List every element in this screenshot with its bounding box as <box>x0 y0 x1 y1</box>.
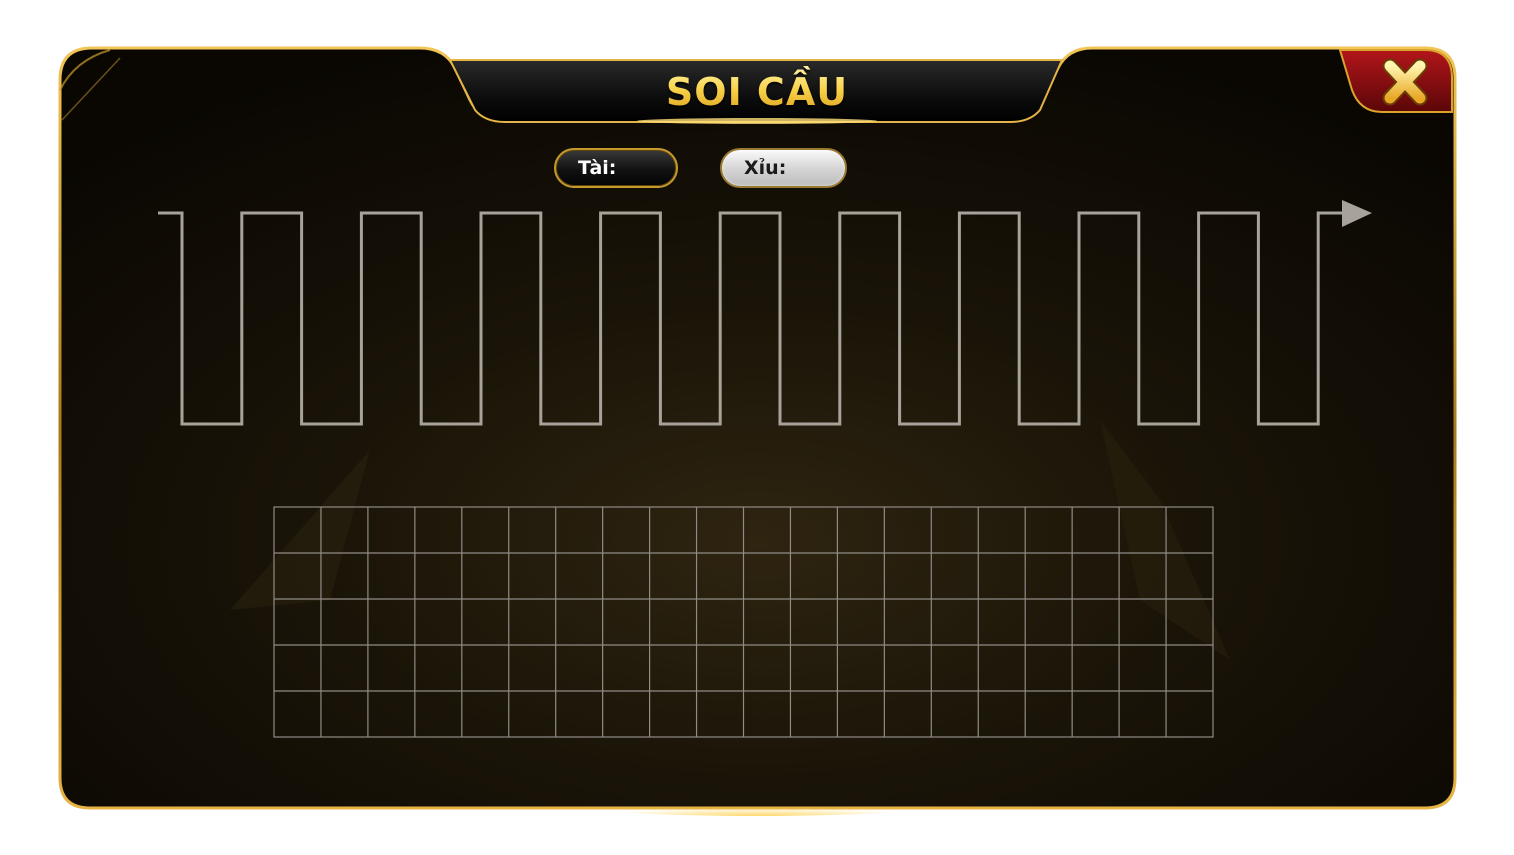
history-grid <box>273 506 1214 738</box>
xiu-counter: Xỉu: <box>720 148 847 188</box>
tai-label: Tài: <box>578 157 617 179</box>
tai-counter: Tài: <box>554 148 678 188</box>
dialog-title: SOI CẦU <box>557 66 957 118</box>
soi-cau-dialog <box>58 46 1457 816</box>
xiu-label: Xỉu: <box>744 157 787 179</box>
close-button[interactable] <box>1370 55 1442 113</box>
